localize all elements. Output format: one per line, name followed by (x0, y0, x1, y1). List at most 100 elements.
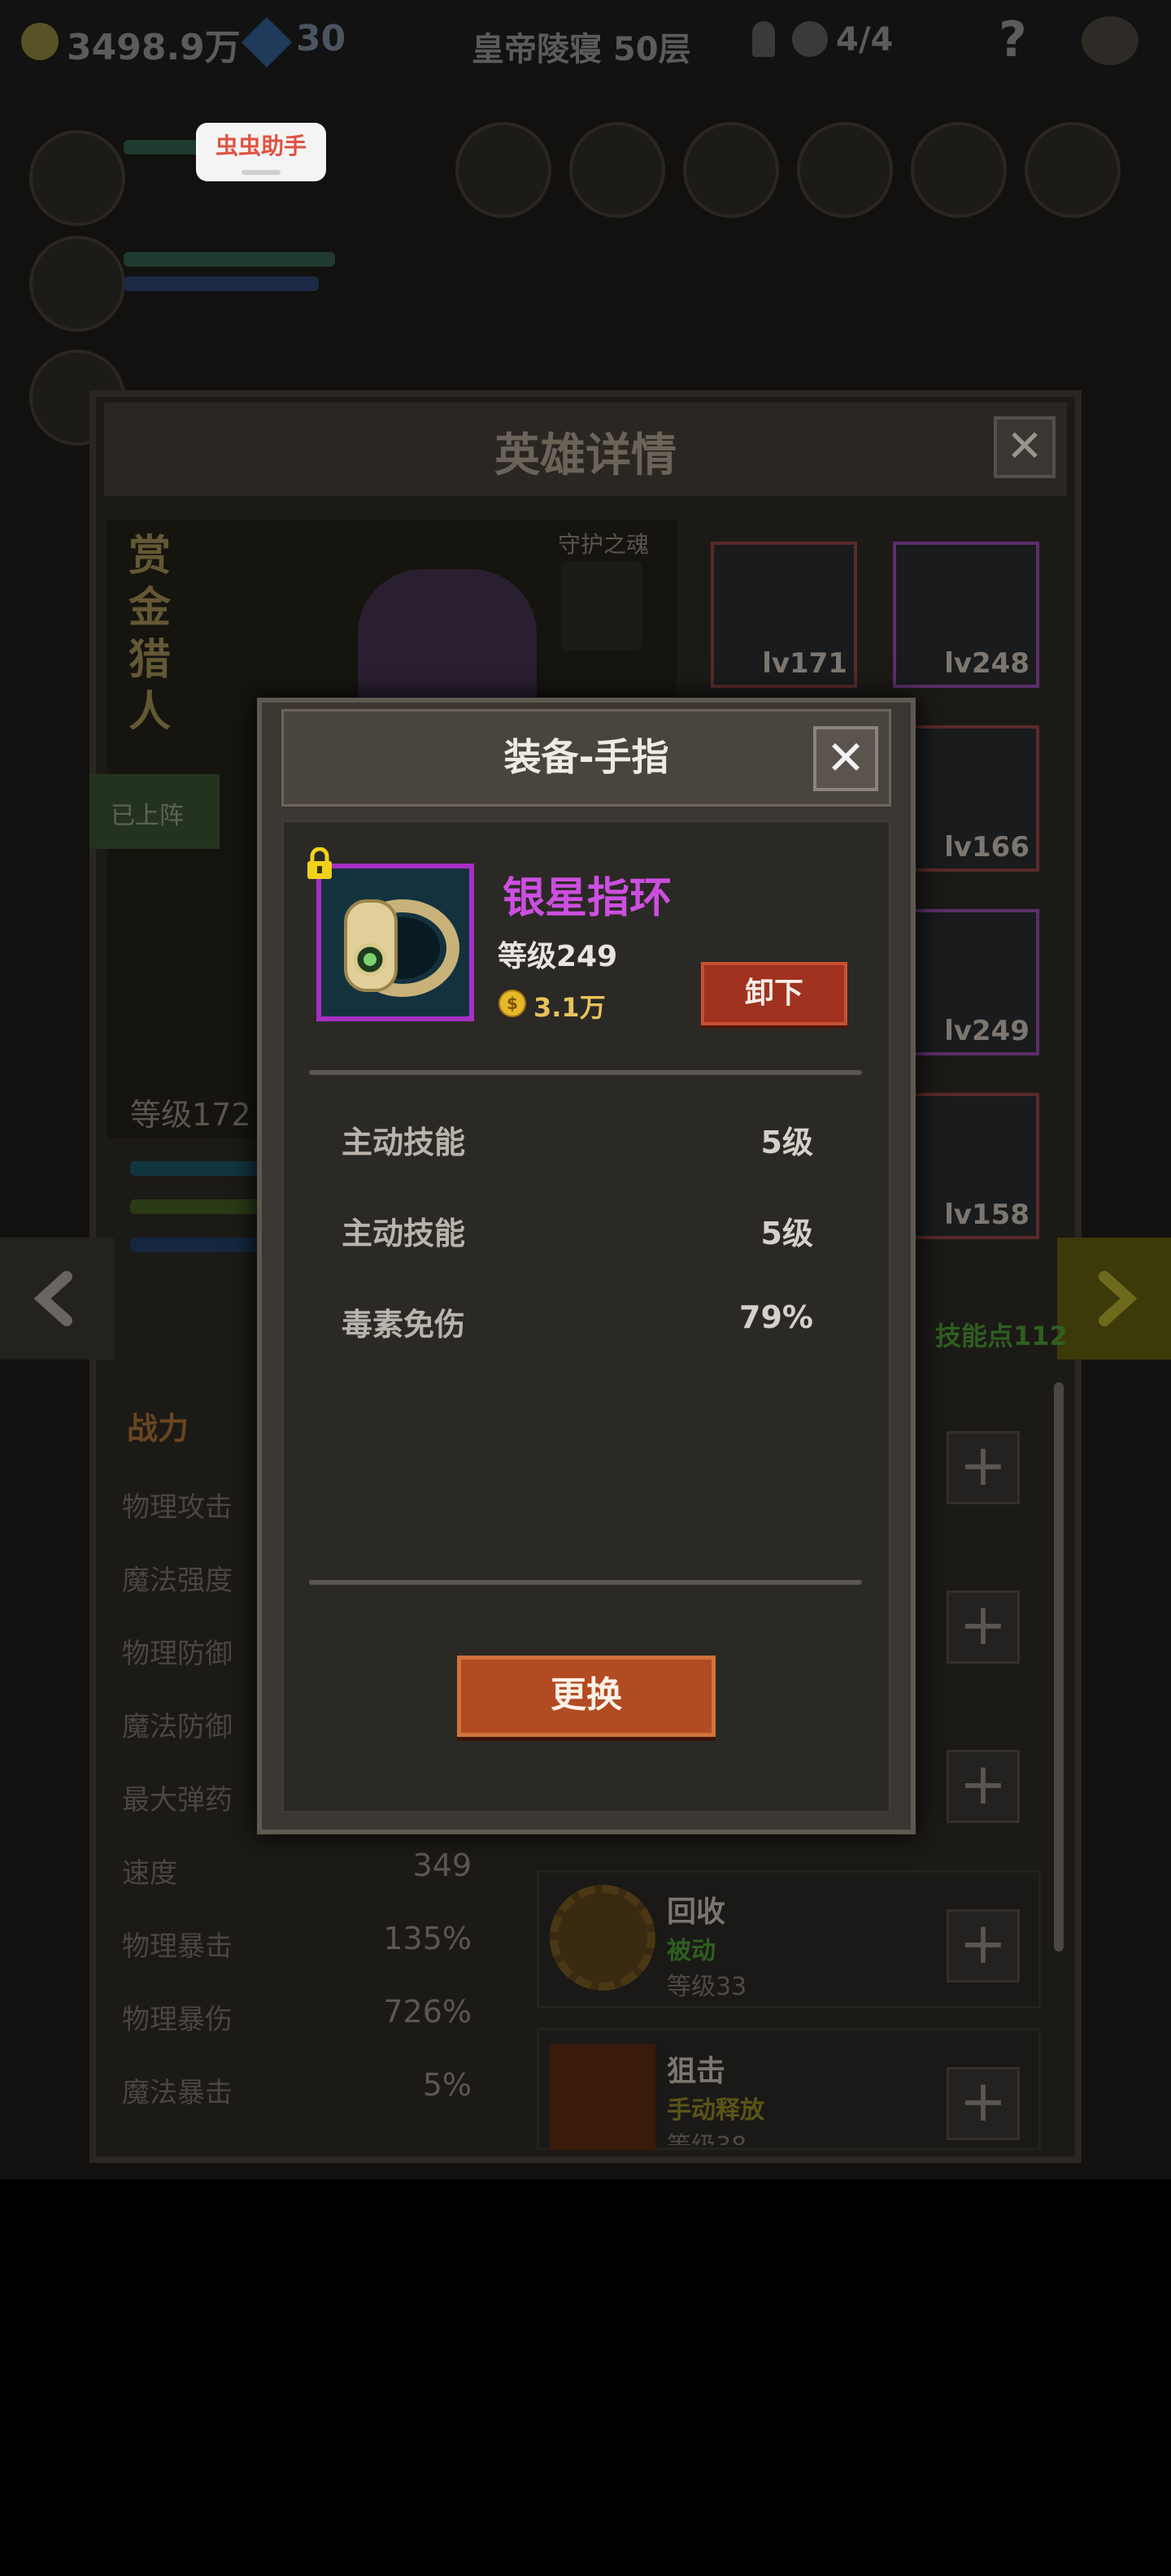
stat-name: 魔法强度 (122, 1564, 233, 1597)
gold-amount: 3498.9万 (67, 27, 241, 68)
stat-value: 5% (422, 2067, 472, 2103)
hero-name-char: 金 (128, 584, 172, 633)
attribute-name: 主动技能 (342, 1125, 466, 1160)
hero-name-char: 赏 (128, 532, 172, 581)
soul-label: 守护之魂 (558, 531, 650, 558)
hero-name: 赏 金 猎 人 (128, 530, 177, 738)
location-label: 皇帝陵寝 50层 (472, 31, 691, 68)
deployed-tag-label: 已上阵 (111, 802, 184, 830)
skill-points-label: 技能点112 (935, 1321, 1068, 1351)
hp-bar (130, 1199, 260, 1214)
stat-name: 魔法暴击 (122, 2077, 233, 2109)
attribute-value: 79% (739, 1299, 813, 1335)
stat-value: 135% (383, 1921, 472, 1956)
help-button[interactable]: ? (999, 11, 1027, 68)
skill-level: 等级38 (667, 2126, 747, 2145)
stat-value: 349 (412, 1847, 472, 1883)
helper-tag[interactable]: 虫虫助手 (196, 123, 326, 181)
replace-button[interactable]: 更换 (457, 1656, 716, 1737)
chevron-left-icon (33, 1271, 72, 1326)
stat-name: 物理攻击 (122, 1491, 233, 1524)
skill-type: 手动释放 (667, 2096, 764, 2125)
party-count: 4/4 (836, 21, 894, 59)
skill-upgrade-button[interactable]: + (947, 2067, 1020, 2140)
stats-header: 战力 (127, 1411, 189, 1447)
gold-coin-icon: $ (498, 990, 526, 1017)
dialog-close-button[interactable]: ✕ (813, 726, 878, 791)
item-icon[interactable] (316, 864, 474, 1021)
attribute-name: 毒素免伤 (342, 1307, 466, 1342)
item-level: 等级249 (498, 940, 618, 973)
stat-row: 物理暴伤 726% (122, 1989, 472, 2046)
drag-handle[interactable] (242, 170, 281, 175)
skill-name: 狙击 (667, 2055, 726, 2088)
divider (309, 1070, 862, 1075)
attribute-row: 主动技能 5级 (342, 1208, 813, 1257)
equipment-slot-neck[interactable]: lv248 (893, 542, 1039, 688)
attribute-value: 5级 (760, 1125, 813, 1160)
stat-row: 魔法暴击 5% (122, 2062, 472, 2119)
avatar-icon[interactable] (1082, 16, 1138, 65)
equipment-level: lv158 (944, 1199, 1030, 1231)
skull-icon (792, 21, 828, 57)
stat-row: 速度 349 (122, 1843, 472, 1899)
skill-upgrade-button[interactable]: + (947, 1431, 1020, 1504)
skill-slot-icon[interactable] (1025, 122, 1121, 218)
health-bar (124, 252, 335, 267)
gold-coin-icon (21, 23, 59, 60)
mana-bar (124, 276, 319, 291)
stat-row: 物理暴击 135% (122, 1916, 472, 1973)
equipment-level: lv166 (944, 831, 1030, 864)
skill-slot-icon[interactable] (911, 122, 1007, 218)
attribute-name: 主动技能 (342, 1216, 466, 1251)
item-price: 3.1万 (533, 992, 606, 1023)
divider (309, 1580, 862, 1585)
equipment-slot-head[interactable]: lv171 (711, 542, 857, 688)
equipment-level: lv248 (944, 647, 1030, 680)
hero-level: 等级172 (130, 1097, 251, 1133)
skill-upgrade-button[interactable]: + (947, 1590, 1020, 1664)
attribute-value: 5级 (760, 1216, 813, 1251)
equipment-dialog-title: 装备-手指 (503, 735, 669, 779)
hero-panel-close-button[interactable]: ✕ (994, 416, 1056, 478)
key-icon (752, 21, 775, 57)
skill-level: 等级33 (667, 1973, 747, 2001)
equipment-level: lv249 (944, 1015, 1030, 1047)
party-member-avatar[interactable] (29, 130, 125, 226)
attribute-row: 毒素免伤 79% (342, 1299, 813, 1348)
skill-slot-icon[interactable] (797, 122, 893, 218)
unequip-button[interactable]: 卸下 (701, 962, 847, 1025)
gem-amount: 30 (296, 18, 346, 59)
skills-scrollbar[interactable] (1054, 1382, 1064, 1952)
attribute-row: 主动技能 5级 (342, 1117, 813, 1166)
skill-slot-icon[interactable] (683, 122, 779, 218)
equipment-level: lv171 (762, 647, 847, 680)
previous-hero-button[interactable] (0, 1238, 114, 1360)
hero-name-char: 猎 (128, 636, 172, 685)
stat-name: 物理防御 (122, 1638, 233, 1670)
stat-name: 物理暴伤 (122, 2004, 233, 2036)
mp-bar (130, 1238, 260, 1252)
next-hero-button[interactable] (1057, 1238, 1171, 1360)
crosshair-icon (550, 2044, 655, 2150)
stat-value: 726% (383, 1994, 472, 2030)
skill-slot-icon[interactable] (455, 122, 551, 218)
stat-name: 速度 (122, 1857, 177, 1890)
hero-portrait (358, 569, 537, 699)
exp-bar (130, 1161, 260, 1176)
hero-name-char: 人 (128, 688, 172, 737)
skill-upgrade-button[interactable]: + (947, 1909, 1020, 1982)
gear-icon (550, 1885, 655, 1991)
soul-icon[interactable] (561, 561, 642, 651)
item-name: 银星指环 (503, 874, 673, 923)
skill-name: 回收 (667, 1895, 726, 1929)
lock-icon[interactable] (306, 846, 333, 880)
skill-type: 被动 (667, 1937, 716, 1965)
party-member-avatar[interactable] (29, 236, 125, 332)
skill-slot-icon[interactable] (569, 122, 665, 218)
ring-icon (344, 899, 459, 997)
stat-name: 最大弹药 (122, 1784, 233, 1817)
stat-name: 物理暴击 (122, 1930, 233, 1963)
stat-name: 魔法防御 (122, 1711, 233, 1743)
skill-upgrade-button[interactable]: + (947, 1750, 1020, 1823)
